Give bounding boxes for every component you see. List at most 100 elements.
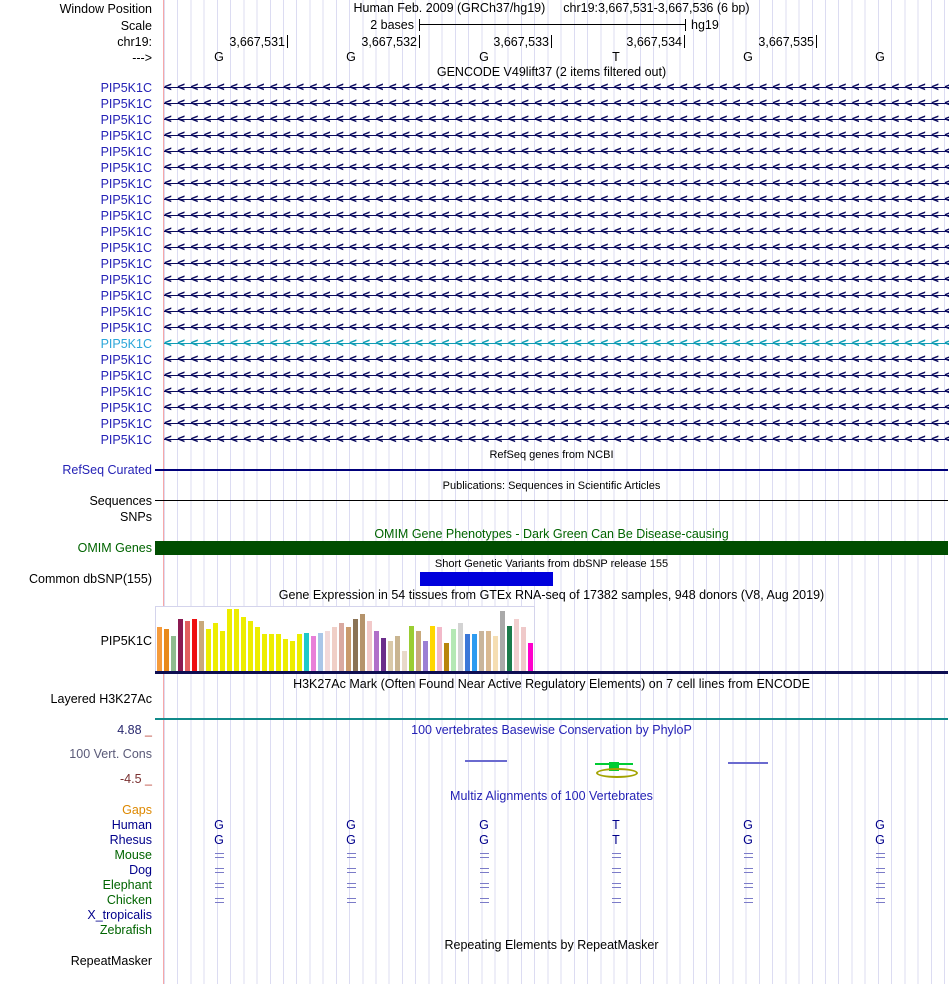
gencode-transcript-label[interactable]: PIP5K1C [101, 145, 152, 159]
multiz-alignment-mark[interactable] [876, 868, 885, 873]
gencode-transcript-arrows[interactable]: <<<<<<<<<<<<<<<<<<<<<<<<<<<<<<<<<<<<<<<<… [164, 384, 949, 400]
gencode-transcript-arrows[interactable]: <<<<<<<<<<<<<<<<<<<<<<<<<<<<<<<<<<<<<<<<… [164, 80, 949, 96]
gtex-tissue-bar[interactable] [332, 627, 337, 671]
gtex-tissue-bar[interactable] [472, 634, 477, 671]
multiz-aligned-base[interactable]: G [873, 818, 887, 833]
gencode-transcript-label[interactable]: PIP5K1C [101, 273, 152, 287]
gtex-tissue-bar[interactable] [395, 636, 400, 671]
multiz-aligned-base[interactable]: T [609, 833, 623, 848]
gencode-transcript-arrows[interactable]: <<<<<<<<<<<<<<<<<<<<<<<<<<<<<<<<<<<<<<<<… [164, 128, 949, 144]
multiz-alignment-mark[interactable] [744, 868, 753, 873]
multiz-aligned-base[interactable]: G [212, 833, 226, 848]
multiz-alignment-mark[interactable] [612, 853, 621, 858]
gencode-transcript-arrows[interactable]: <<<<<<<<<<<<<<<<<<<<<<<<<<<<<<<<<<<<<<<<… [164, 144, 949, 160]
multiz-alignment-mark[interactable] [347, 898, 356, 903]
multiz-alignment-mark[interactable] [347, 868, 356, 873]
multiz-species-label[interactable]: Human [112, 818, 152, 833]
vert-cons-label[interactable]: 100 Vert. Cons [69, 747, 152, 761]
common-dbsnp-label[interactable]: Common dbSNP(155) [29, 572, 152, 586]
multiz-alignment-mark[interactable] [215, 868, 224, 873]
gtex-tissue-bar[interactable] [192, 619, 197, 671]
gencode-transcript-arrows[interactable]: <<<<<<<<<<<<<<<<<<<<<<<<<<<<<<<<<<<<<<<<… [164, 416, 949, 432]
multiz-aligned-base[interactable]: T [609, 818, 623, 833]
gtex-tissue-bar[interactable] [409, 626, 414, 671]
multiz-aligned-base[interactable]: G [344, 833, 358, 848]
gtex-tissue-bar[interactable] [234, 609, 239, 671]
gencode-transcript-label[interactable]: PIP5K1C [101, 337, 152, 351]
gencode-transcript-label[interactable]: PIP5K1C [101, 257, 152, 271]
gtex-tissue-bar[interactable] [276, 634, 281, 671]
multiz-alignment-mark[interactable] [876, 898, 885, 903]
multiz-alignment-mark[interactable] [876, 883, 885, 888]
gencode-transcript-arrows[interactable]: <<<<<<<<<<<<<<<<<<<<<<<<<<<<<<<<<<<<<<<<… [164, 432, 949, 448]
gtex-tissue-bar[interactable] [178, 619, 183, 671]
gencode-transcript-label[interactable]: PIP5K1C [101, 225, 152, 239]
gencode-transcript-label[interactable]: PIP5K1C [101, 321, 152, 335]
publications-line[interactable] [155, 500, 948, 501]
phylop-dash-mark[interactable] [465, 760, 507, 762]
gtex-tissue-bar[interactable] [402, 651, 407, 671]
gtex-tissue-bar[interactable] [458, 623, 463, 671]
gtex-tissue-bar[interactable] [227, 609, 232, 671]
gencode-transcript-arrows[interactable]: <<<<<<<<<<<<<<<<<<<<<<<<<<<<<<<<<<<<<<<<… [164, 400, 949, 416]
gtex-tissue-bar[interactable] [325, 631, 330, 671]
gencode-transcript-arrows[interactable]: <<<<<<<<<<<<<<<<<<<<<<<<<<<<<<<<<<<<<<<<… [164, 208, 949, 224]
gtex-tissue-bar[interactable] [164, 629, 169, 671]
gencode-transcript-label[interactable]: PIP5K1C [101, 193, 152, 207]
gencode-transcript-arrows[interactable]: <<<<<<<<<<<<<<<<<<<<<<<<<<<<<<<<<<<<<<<<… [164, 96, 949, 112]
gtex-tissue-bar[interactable] [486, 631, 491, 671]
gencode-transcript-label[interactable]: PIP5K1C [101, 305, 152, 319]
multiz-aligned-base[interactable]: G [741, 818, 755, 833]
dbsnp-variant-bar[interactable] [420, 572, 553, 586]
gtex-tissue-bar[interactable] [297, 634, 302, 671]
gtex-tissue-bar[interactable] [493, 636, 498, 671]
gtex-tissue-bar[interactable] [416, 631, 421, 671]
gencode-transcript-arrows[interactable]: <<<<<<<<<<<<<<<<<<<<<<<<<<<<<<<<<<<<<<<<… [164, 272, 949, 288]
gtex-expression-chart[interactable] [155, 606, 535, 672]
multiz-aligned-base[interactable]: G [344, 818, 358, 833]
sequences-label[interactable]: Sequences [89, 494, 152, 508]
multiz-aligned-base[interactable]: G [477, 818, 491, 833]
gtex-tissue-bar[interactable] [444, 643, 449, 671]
omim-genes-label[interactable]: OMIM Genes [78, 541, 152, 555]
gtex-tissue-bar[interactable] [451, 629, 456, 671]
gtex-tissue-bar[interactable] [206, 629, 211, 671]
gtex-tissue-bar[interactable] [157, 627, 162, 671]
multiz-alignment-mark[interactable] [215, 853, 224, 858]
multiz-alignment-mark[interactable] [347, 853, 356, 858]
multiz-alignment-mark[interactable] [215, 883, 224, 888]
h3k27ac-label[interactable]: Layered H3K27Ac [51, 692, 152, 706]
gtex-tissue-bar[interactable] [339, 623, 344, 671]
multiz-species-label[interactable]: X_tropicalis [87, 908, 152, 923]
gtex-tissue-bar[interactable] [269, 634, 274, 671]
multiz-species-label[interactable]: Mouse [114, 848, 152, 863]
gtex-tissue-bar[interactable] [367, 621, 372, 671]
gtex-tissue-bar[interactable] [283, 639, 288, 671]
gtex-tissue-bar[interactable] [430, 626, 435, 671]
multiz-alignment-mark[interactable] [612, 883, 621, 888]
repeatmasker-label[interactable]: RepeatMasker [71, 954, 152, 968]
multiz-aligned-base[interactable]: G [741, 833, 755, 848]
gencode-transcript-label[interactable]: PIP5K1C [101, 97, 152, 111]
gtex-tissue-bar[interactable] [311, 636, 316, 671]
gencode-transcript-arrows[interactable]: <<<<<<<<<<<<<<<<<<<<<<<<<<<<<<<<<<<<<<<<… [164, 240, 949, 256]
gencode-transcript-label[interactable]: PIP5K1C [101, 129, 152, 143]
multiz-aligned-base[interactable]: G [477, 833, 491, 848]
gtex-tissue-bar[interactable] [171, 636, 176, 671]
gtex-tissue-bar[interactable] [437, 627, 442, 671]
gtex-tissue-bar[interactable] [388, 641, 393, 671]
refseq-curated-label[interactable]: RefSeq Curated [62, 463, 152, 477]
gtex-tissue-bar[interactable] [381, 638, 386, 671]
gtex-tissue-bar[interactable] [318, 633, 323, 671]
gencode-transcript-arrows[interactable]: <<<<<<<<<<<<<<<<<<<<<<<<<<<<<<<<<<<<<<<<… [164, 224, 949, 240]
gtex-tissue-bar[interactable] [465, 634, 470, 671]
multiz-aligned-base[interactable]: G [873, 833, 887, 848]
gtex-tissue-bar[interactable] [248, 621, 253, 671]
gtex-tissue-bar[interactable] [507, 626, 512, 671]
gencode-transcript-label[interactable]: PIP5K1C [101, 433, 152, 447]
gtex-tissue-bar[interactable] [185, 621, 190, 671]
gencode-transcript-label[interactable]: PIP5K1C [101, 241, 152, 255]
gtex-tissue-bar[interactable] [500, 611, 505, 671]
gtex-tissue-bar[interactable] [255, 627, 260, 671]
multiz-alignment-mark[interactable] [612, 868, 621, 873]
